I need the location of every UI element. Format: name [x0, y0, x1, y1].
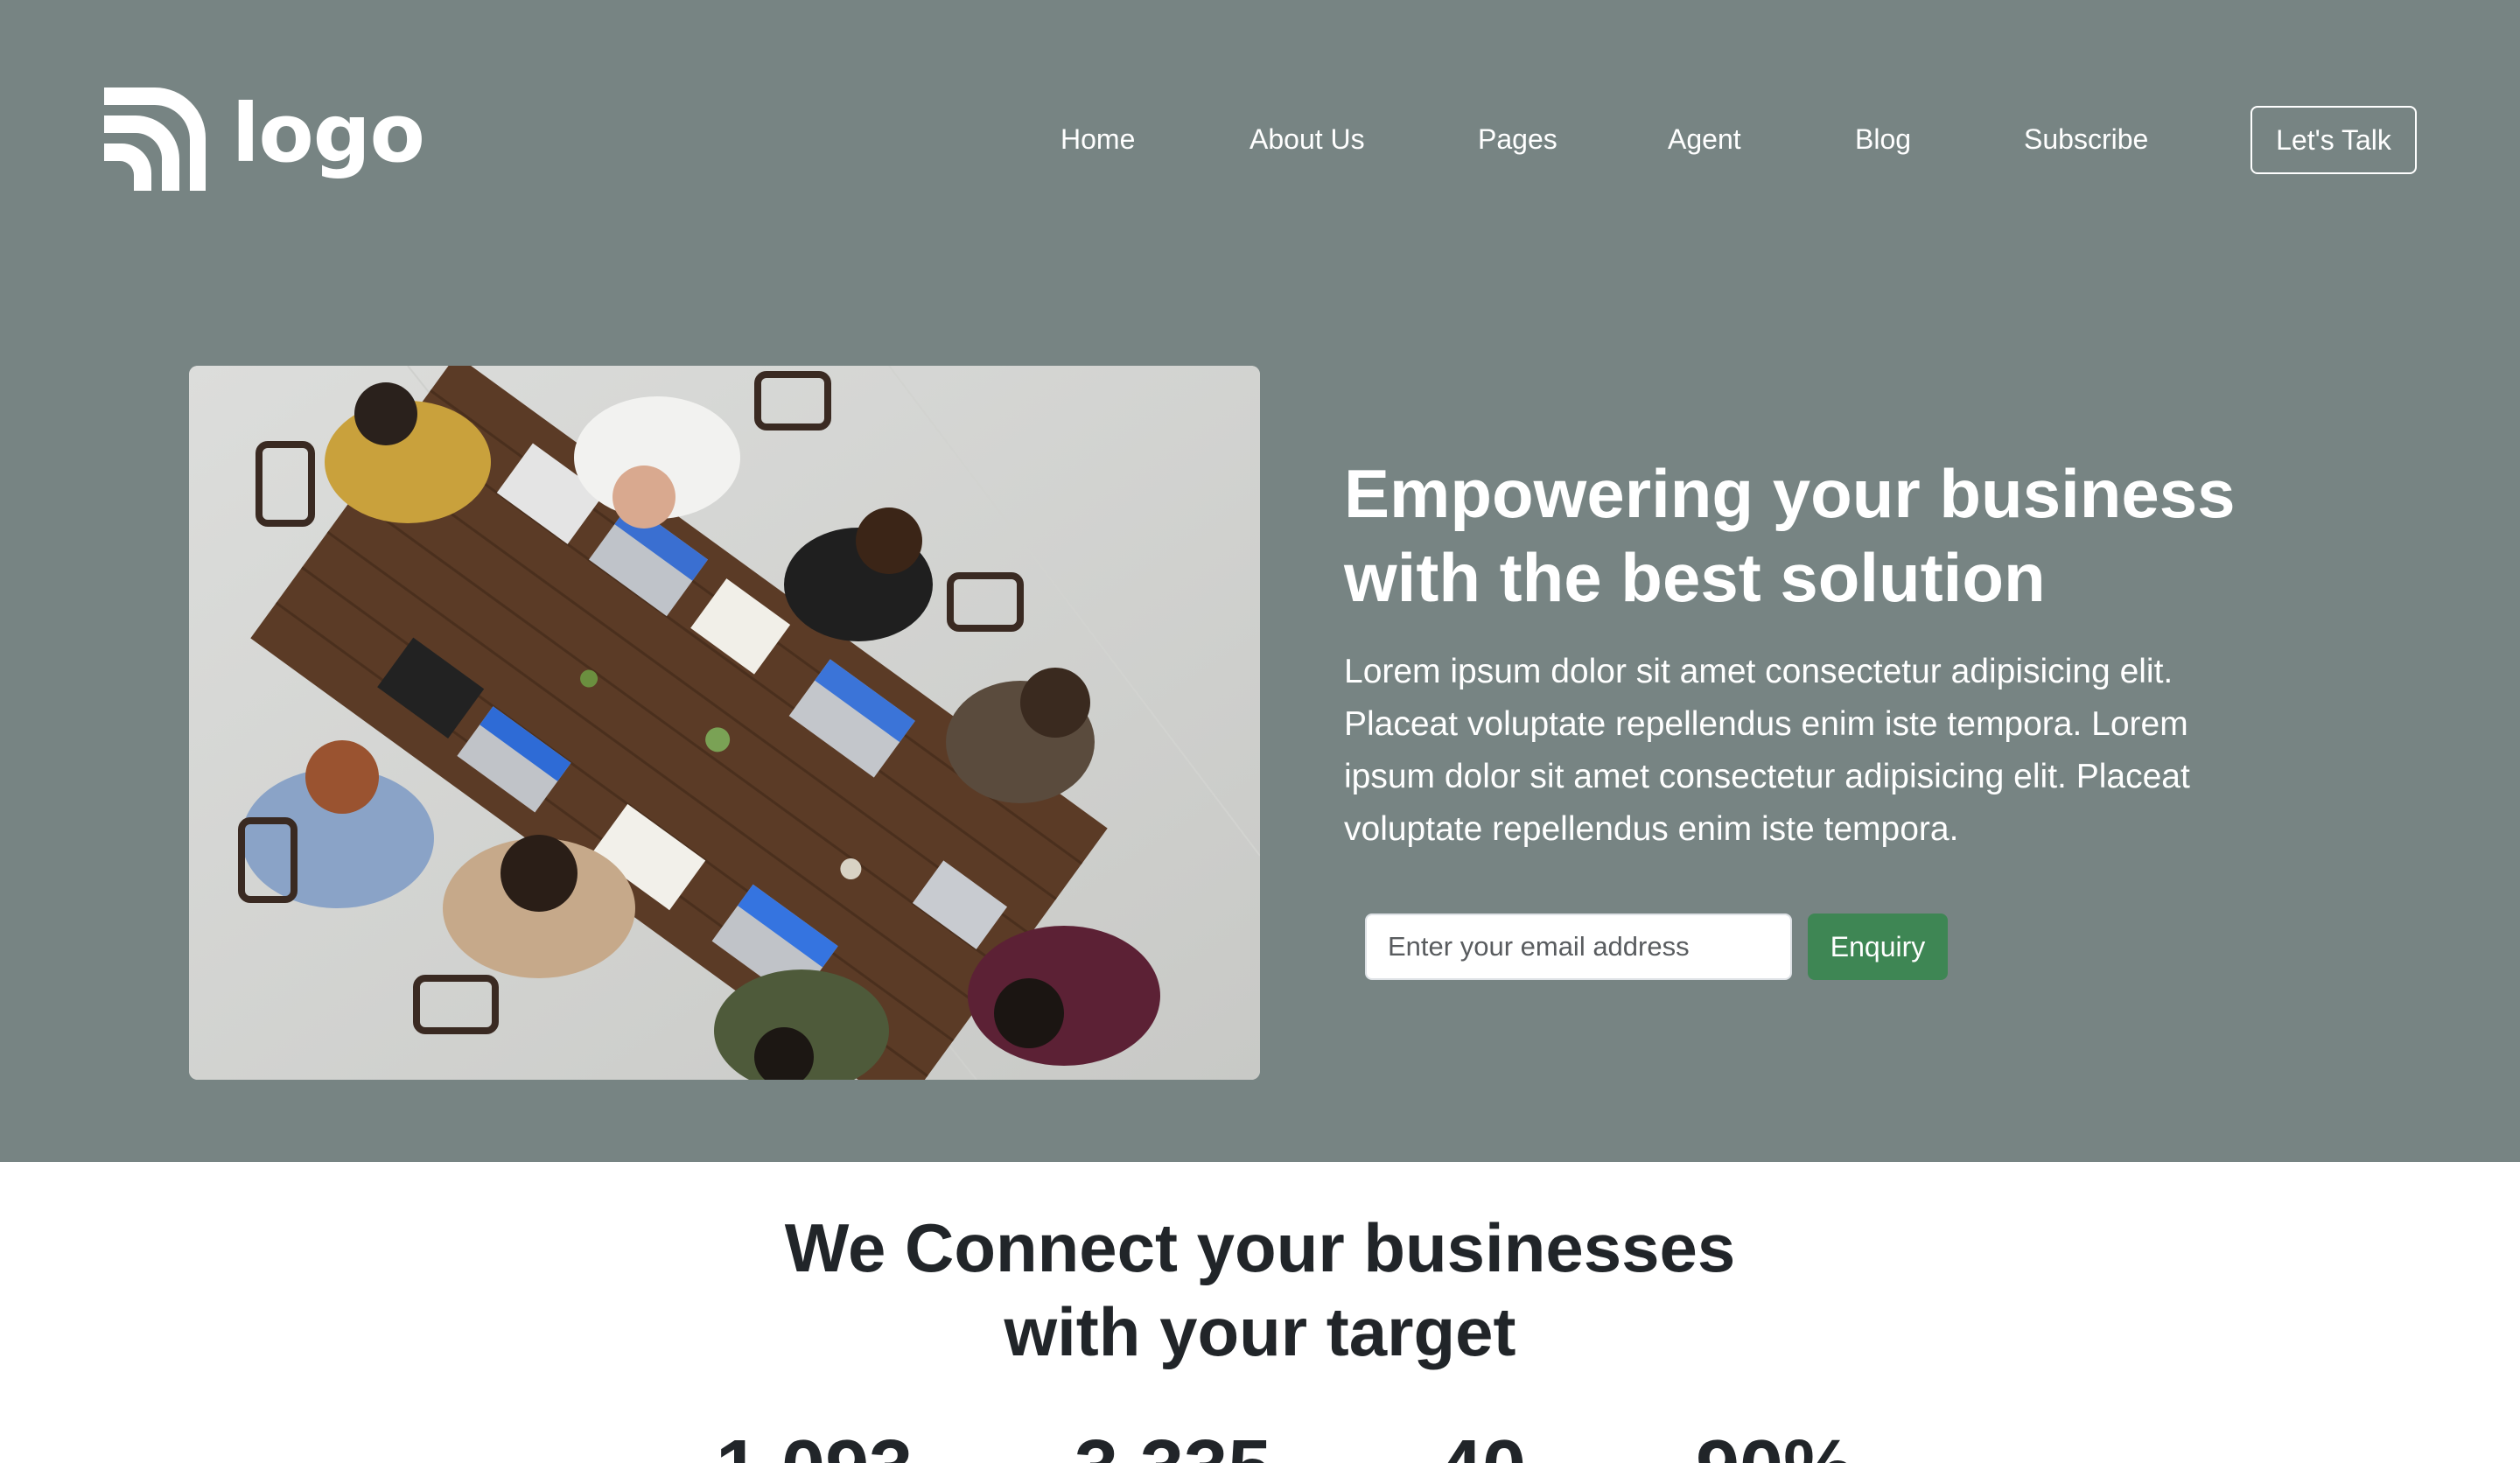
lets-talk-button[interactable]: Let's Talk [2250, 106, 2417, 174]
hero-description: Lorem ipsum dolor sit amet consectetur a… [1344, 653, 2190, 848]
nav-blog[interactable]: Blog [1855, 106, 1911, 172]
meeting-photo-illustration [189, 366, 1260, 1080]
hero-section: logo Home About Us Pages Agent Blog Subs… [0, 0, 2520, 1162]
connect-title-line-2: with your target [1004, 1293, 1516, 1370]
email-input[interactable] [1365, 914, 1792, 980]
nav-agent[interactable]: Agent [1668, 106, 1741, 172]
hero-title: Empowering your business with the best s… [1344, 452, 2342, 620]
main-nav: Home About Us Pages Agent Blog Subscribe [0, 106, 2520, 172]
nav-home[interactable]: Home [1060, 106, 1135, 172]
hero-image [189, 366, 1260, 1080]
hero-title-line-2: with the best solution [1344, 539, 2046, 616]
stat-value: 1,093 [716, 1424, 913, 1463]
connect-section-title: We Connect your businesses with your tar… [0, 1206, 2520, 1374]
nav-pages[interactable]: Pages [1478, 106, 1558, 172]
stats-row: 1,093 3,335 40 90% [0, 1424, 2520, 1463]
stat-value: 40 [1438, 1424, 1526, 1463]
connect-title-line-1: We Connect your businesses [784, 1209, 1736, 1286]
enquiry-button[interactable]: Enquiry [1808, 914, 1948, 980]
nav-about-us[interactable]: About Us [1250, 106, 1365, 172]
stat-value: 90% [1696, 1424, 1853, 1463]
hero-title-line-1: Empowering your business [1344, 455, 2236, 532]
nav-subscribe[interactable]: Subscribe [2024, 106, 2148, 172]
stat-value: 3,335 [1074, 1424, 1271, 1463]
